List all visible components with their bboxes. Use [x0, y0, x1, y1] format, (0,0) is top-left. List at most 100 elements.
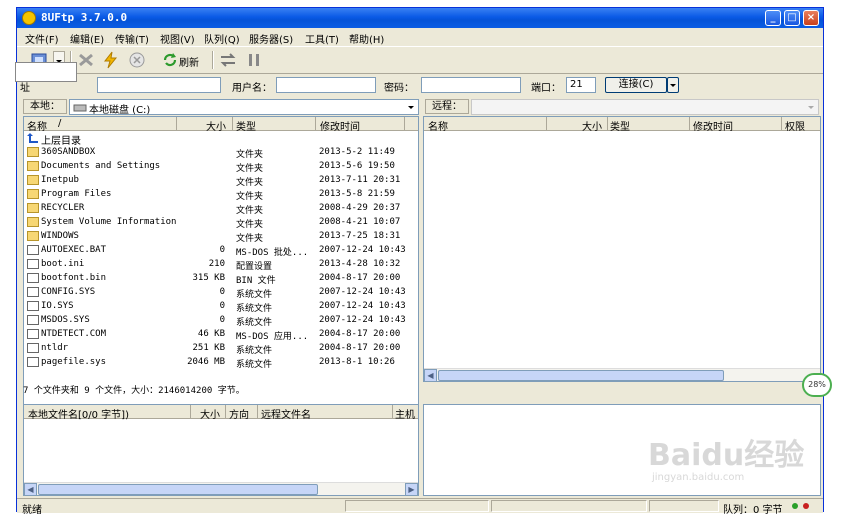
folder-icon: [27, 231, 39, 241]
table-row[interactable]: bootfont.bin 315 KB BIN 文件 2004-8-17 20:00: [24, 271, 418, 286]
column-name[interactable]: 名称: [428, 118, 448, 133]
menu-tools[interactable]: 工具(T): [305, 31, 339, 46]
remote-path-bar: 远程：: [423, 98, 821, 116]
local-file-list[interactable]: 名称 / 大小 类型 修改时间 上层目录 360SANDBOX 文件夹 2013-5…: [23, 116, 419, 410]
file-date: 2008-4-21 10:07: [319, 217, 401, 227]
file-icon: [27, 245, 39, 255]
column-permissions[interactable]: 权限: [785, 118, 805, 133]
pause-button[interactable]: [245, 51, 263, 69]
table-row[interactable]: MSDOS.SYS 0 系统文件 2007-12-24 10:43: [24, 313, 418, 328]
file-name: MSDOS.SYS: [41, 315, 90, 325]
column-size[interactable]: 大小: [200, 406, 220, 421]
local-list-header: 名称 / 大小 类型 修改时间: [24, 117, 418, 133]
menu-server[interactable]: 服务器(S): [249, 31, 293, 46]
scroll-thumb[interactable]: [38, 484, 318, 495]
scroll-thumb[interactable]: [438, 370, 724, 381]
column-remote-file[interactable]: 远程文件名: [261, 406, 311, 421]
table-row[interactable]: ntldr 251 KB 系统文件 2004-8-17 20:00: [24, 341, 418, 356]
menu-queue[interactable]: 队列(Q): [204, 31, 240, 46]
column-local-file[interactable]: 本地文件名[0/0 字节]): [28, 406, 129, 421]
file-name: Documents and Settings: [41, 161, 161, 171]
chevron-down-icon[interactable]: [404, 100, 418, 114]
file-date: 2007-12-24 10:43: [319, 315, 406, 325]
menu-view[interactable]: 视图(V): [160, 31, 195, 46]
table-row[interactable]: 360SANDBOX 文件夹 2013-5-2 11:49: [24, 145, 418, 160]
column-size[interactable]: 大小: [582, 118, 602, 133]
file-size: 0: [219, 315, 225, 325]
parent-directory-row[interactable]: 上层目录: [24, 131, 418, 147]
table-row[interactable]: Inetpub 文件夹 2013-7-11 20:31: [24, 173, 418, 188]
sort-indicator: /: [58, 118, 62, 129]
transfer-mode-button[interactable]: [218, 51, 238, 69]
toolbar-separator: [212, 51, 214, 69]
username-label: 用户名：: [232, 83, 272, 94]
table-row[interactable]: WINDOWS 文件夹 2013-7-25 18:31: [24, 229, 418, 244]
table-row[interactable]: Documents and Settings 文件夹 2013-5-6 19:50: [24, 159, 418, 174]
quick-connect-button[interactable]: [101, 51, 121, 69]
column-type[interactable]: 类型: [610, 118, 630, 133]
file-name: bootfont.bin: [41, 273, 107, 283]
scroll-left-arrow[interactable]: ◀: [24, 483, 37, 495]
local-path-select[interactable]: 本地磁盘 (C:): [69, 99, 419, 116]
maximize-button[interactable]: □: [784, 10, 800, 26]
column-modified[interactable]: 修改时间: [693, 118, 733, 133]
table-row[interactable]: IO.SYS 0 系统文件 2007-12-24 10:43: [24, 299, 418, 314]
table-row[interactable]: CONFIG.SYS 0 系统文件 2007-12-24 10:43: [24, 285, 418, 300]
local-label: 本地：: [23, 99, 67, 114]
remote-file-list[interactable]: 名称 大小 类型 修改时间 权限 ◀: [423, 116, 821, 382]
folder-icon: [27, 175, 39, 185]
status-cell: [491, 500, 647, 512]
status-light-icon: [803, 503, 809, 509]
file-size: 0: [219, 301, 225, 311]
chevron-down-icon: [670, 84, 676, 87]
minimize-button[interactable]: _: [765, 10, 781, 26]
file-date: 2013-5-8 21:59: [319, 189, 395, 199]
file-size: 0: [219, 245, 225, 255]
toolbar-dropdown-popup[interactable]: [15, 62, 77, 82]
table-row[interactable]: AUTOEXEC.BAT 0 MS-DOS 批处... 2007-12-24 10:4…: [24, 243, 418, 258]
chevron-down-icon[interactable]: [804, 100, 818, 114]
host-input[interactable]: [97, 77, 221, 93]
local-path-bar: 本地： 本地磁盘 (C:): [23, 98, 419, 116]
column-host[interactable]: 主机: [395, 406, 415, 421]
file-date: 2013-5-2 11:49: [319, 147, 395, 157]
disconnect-button[interactable]: [76, 51, 96, 69]
file-name: NTDETECT.COM: [41, 329, 107, 339]
progress-badge: 28%: [802, 373, 832, 397]
scroll-right-arrow[interactable]: ▶: [405, 483, 418, 495]
lightning-icon: [103, 51, 118, 69]
table-row[interactable]: Program Files 文件夹 2013-5-8 21:59: [24, 187, 418, 202]
title-bar[interactable]: 8UFtp 3.7.0.0 _ □ ×: [17, 8, 823, 28]
status-queue: 队列：0 字节: [723, 505, 783, 516]
close-button[interactable]: ×: [803, 10, 819, 26]
table-row[interactable]: RECYCLER 文件夹 2008-4-29 20:37: [24, 201, 418, 216]
table-row[interactable]: boot.ini 210 配置设置 2013-4-28 10:32: [24, 257, 418, 272]
table-row[interactable]: NTDETECT.COM 46 KB MS-DOS 应用... 2004-8-17 2…: [24, 327, 418, 342]
table-row[interactable]: System Volume Information 文件夹 2008-4-21 10…: [24, 215, 418, 230]
file-name: Program Files: [41, 189, 112, 199]
menu-help[interactable]: 帮助(H): [349, 31, 384, 46]
table-row[interactable]: pagefile.sys 2046 MB 系统文件 2013-8-1 10:26: [24, 355, 418, 370]
remote-horizontal-scrollbar[interactable]: ◀: [424, 368, 820, 381]
menu-edit[interactable]: 编辑(E): [70, 31, 104, 46]
queue-list[interactable]: 本地文件名[0/0 字节]) 大小 方向 远程文件名 主机 ◀ ▶: [23, 404, 419, 496]
pause-icon: [249, 54, 259, 66]
status-cell: [345, 500, 489, 512]
column-direction[interactable]: 方向: [229, 406, 249, 421]
folder-icon: [27, 189, 39, 199]
menu-file[interactable]: 文件(F): [25, 31, 59, 46]
queue-horizontal-scrollbar[interactable]: ◀ ▶: [24, 482, 418, 495]
connect-button[interactable]: 连接(C): [605, 77, 667, 93]
port-input[interactable]: 21: [566, 77, 596, 93]
menu-transfer[interactable]: 传输(T): [115, 31, 149, 46]
password-input[interactable]: [421, 77, 521, 93]
remote-path-select[interactable]: [471, 99, 819, 115]
refresh-button[interactable]: 刷新: [161, 51, 205, 69]
file-date: 2013-7-11 20:31: [319, 175, 401, 185]
file-name: boot.ini: [41, 259, 85, 269]
stop-button[interactable]: [127, 51, 147, 69]
file-date: 2013-5-6 19:50: [319, 161, 395, 171]
scroll-left-arrow[interactable]: ◀: [424, 369, 437, 381]
username-input[interactable]: [276, 77, 376, 93]
connect-dropdown-button[interactable]: [667, 77, 679, 93]
